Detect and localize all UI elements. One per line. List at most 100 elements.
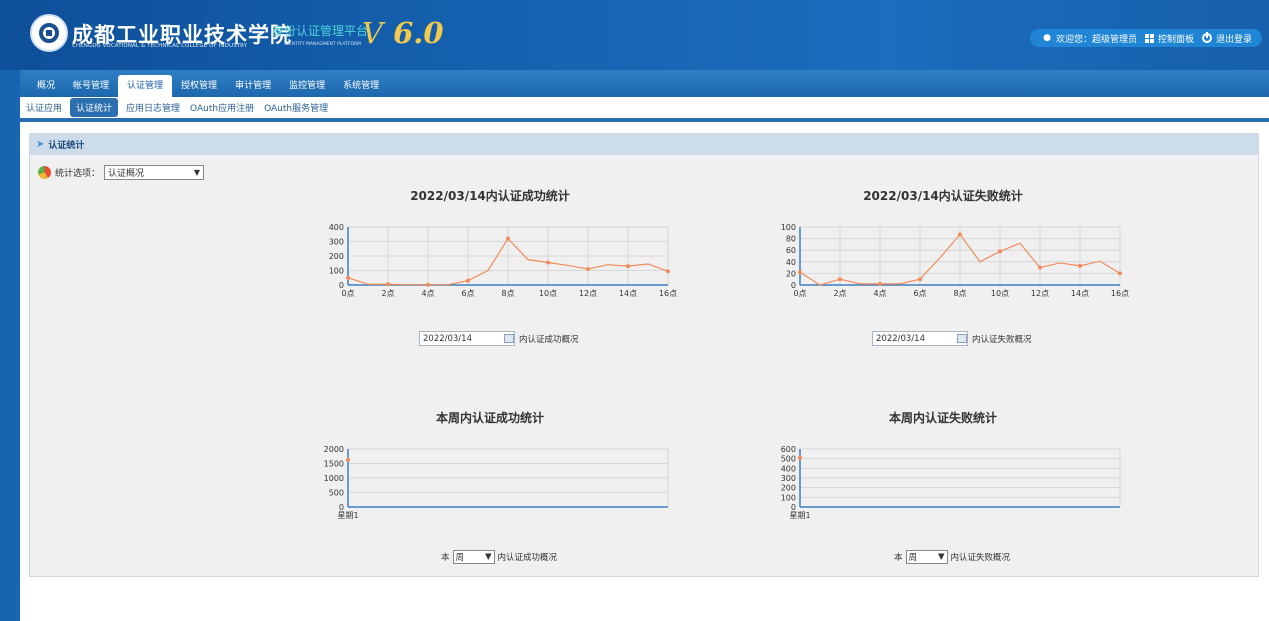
version-prefix: V xyxy=(362,16,383,50)
weekly-fail-period-select[interactable]: 周 ▼ xyxy=(905,550,948,564)
x-tick-label: 8点 xyxy=(953,289,966,298)
stats-option-row: 统计选项： 认证概况 ▼ xyxy=(38,165,205,180)
y-tick-label: 20 xyxy=(786,269,796,278)
nav-item-authorization[interactable]: 授权管理 xyxy=(172,75,226,97)
user-icon: ● xyxy=(1043,33,1051,43)
data-point xyxy=(1078,263,1082,268)
subnav-item-app-logs[interactable]: 应用日志管理 xyxy=(124,101,182,114)
data-point xyxy=(798,455,802,460)
calendar-icon[interactable] xyxy=(504,334,514,343)
x-tick-label: 6点 xyxy=(913,289,926,298)
weekly-success-suffix: 内认证成功概况 xyxy=(497,553,558,563)
chart-title-weekly-success: 本周内认证成功统计 xyxy=(435,411,545,425)
arrow-right-icon: ➤ xyxy=(36,139,45,150)
school-logo xyxy=(30,14,68,52)
logout-link[interactable]: 退出登录 xyxy=(1216,32,1252,45)
chart-daily-success: 01002003004000点 2点 4点 6点 8点 10点 12点 14点 16点 xyxy=(329,223,677,298)
calendar-icon[interactable] xyxy=(957,334,967,343)
x-tick-label: 星期1 xyxy=(789,511,810,520)
y-tick-label: 100 xyxy=(329,267,344,276)
stats-option-value: 认证概况 xyxy=(108,169,145,179)
weekly-success-period-select[interactable]: 周 ▼ xyxy=(452,550,495,564)
chart-daily-fail: 0204060801000点 2点 4点 6点 8点 10点 12点 14点 16点 xyxy=(781,223,1129,298)
y-tick-label: 100 xyxy=(781,493,796,502)
power-icon xyxy=(1202,32,1213,43)
daily-success-suffix: 内认证成功概况 xyxy=(519,334,579,345)
data-point xyxy=(1118,271,1122,276)
x-tick-label: 0点 xyxy=(341,289,354,298)
subnav-item-oauth-register[interactable]: OAuth应用注册 xyxy=(188,101,256,114)
weekly-success-controls: 本 周 ▼ 内认证成功概况 xyxy=(441,550,557,564)
nav-item-overview[interactable]: 概况 xyxy=(28,75,64,97)
weekly-fail-suffix: 内认证失败概况 xyxy=(950,553,1011,563)
y-tick-label: 200 xyxy=(781,484,796,493)
daily-success-date-input[interactable]: 2022/03/14 xyxy=(419,331,515,346)
y-tick-label: 40 xyxy=(786,258,796,267)
nav-item-auth[interactable]: 认证管理 xyxy=(118,75,173,97)
welcome-text[interactable]: 欢迎您：超级管理员 xyxy=(1056,32,1137,45)
panel-header: ➤ 认证统计 xyxy=(30,134,1258,155)
data-point xyxy=(958,232,962,237)
x-tick-label: 4点 xyxy=(873,289,886,298)
x-tick-label: 14点 xyxy=(1071,289,1089,298)
user-bar: ● 欢迎您：超级管理员 控制面板 退出登录 xyxy=(1030,29,1262,47)
chevron-down-icon: ▼ xyxy=(193,168,201,177)
sub-nav: 认证应用 认证统计 应用日志管理 OAuth应用注册 OAuth服务管理 xyxy=(20,97,1269,122)
stats-panel: ➤ 认证统计 统计选项： 认证概况 ▼ 2022/03/14内认证成功统计 20… xyxy=(29,133,1259,577)
platform-name-cn: 身份认证管理平台 xyxy=(272,24,369,38)
data-point xyxy=(546,260,550,265)
nav-item-system[interactable]: 系统管理 xyxy=(334,75,388,97)
x-tick-label: 10点 xyxy=(991,289,1009,298)
weekly-fail-period-value: 周 xyxy=(908,553,918,563)
x-tick-label: 16点 xyxy=(659,289,677,298)
version-number: 6.0 xyxy=(393,16,444,50)
pie-chart-icon xyxy=(38,166,51,179)
chart-title-weekly-fail: 本周内认证失败统计 xyxy=(888,411,998,425)
subnav-item-oauth-service[interactable]: OAuth服务管理 xyxy=(262,101,330,114)
x-tick-label: 16点 xyxy=(1111,289,1129,298)
weekly-fail-prefix: 本 xyxy=(894,553,903,563)
daily-fail-date-input[interactable]: 2022/03/14 xyxy=(872,331,968,346)
school-name-en: CHENGDU VOCATIONAL & TECHNICAL COLLEGE O… xyxy=(72,43,248,49)
content-area: ➤ 认证统计 统计选项： 认证概况 ▼ 2022/03/14内认证成功统计 20… xyxy=(20,122,1269,621)
subnav-item-auth-stats[interactable]: 认证统计 xyxy=(70,98,119,117)
subnav-item-auth-apps[interactable]: 认证应用 xyxy=(24,101,64,114)
x-tick-label: 4点 xyxy=(421,289,434,298)
dashboard-icon xyxy=(1145,33,1155,43)
y-tick-label: 500 xyxy=(781,455,796,464)
chart-weekly-success: 0500100015002000星期1 xyxy=(324,445,669,520)
x-tick-label: 星期1 xyxy=(337,511,358,520)
x-tick-label: 8点 xyxy=(501,289,514,298)
y-tick-label: 1500 xyxy=(324,460,344,469)
data-point xyxy=(346,457,350,462)
y-tick-label: 2000 xyxy=(324,445,344,454)
y-tick-label: 60 xyxy=(786,246,796,255)
stats-option-select[interactable]: 认证概况 ▼ xyxy=(104,165,205,180)
stats-option-label: 统计选项： xyxy=(55,169,101,179)
data-point xyxy=(466,278,470,283)
platform-name-en: IDENTITY MANAGMENT PLATFORM xyxy=(284,42,362,47)
y-tick-label: 300 xyxy=(329,238,344,247)
data-point xyxy=(386,282,390,287)
nav-item-audit[interactable]: 审计管理 xyxy=(226,75,280,97)
chart-title-daily-fail: 2022/03/14内认证失败统计 xyxy=(863,189,1023,203)
data-point xyxy=(346,275,350,280)
x-tick-label: 10点 xyxy=(539,289,557,298)
data-point xyxy=(586,267,590,272)
control-panel-link[interactable]: 控制面板 xyxy=(1158,32,1194,45)
daily-success-controls: 2022/03/14 内认证成功概况 xyxy=(419,331,579,346)
y-tick-label: 80 xyxy=(786,235,796,244)
x-tick-label: 14点 xyxy=(619,289,637,298)
weekly-success-prefix: 本 xyxy=(441,553,450,563)
chevron-down-icon: ▼ xyxy=(484,552,492,562)
data-point xyxy=(506,236,510,241)
panel-title: 认证统计 xyxy=(48,141,85,151)
main-nav: 概况 帐号管理 认证管理 授权管理 审计管理 监控管理 系统管理 xyxy=(20,70,1269,97)
data-point xyxy=(426,282,430,287)
nav-item-accounts[interactable]: 帐号管理 xyxy=(64,75,118,97)
data-point xyxy=(666,269,670,274)
chevron-down-icon: ▼ xyxy=(937,552,945,562)
version-label: V 6.0 xyxy=(362,16,444,50)
nav-item-monitor[interactable]: 监控管理 xyxy=(280,75,334,97)
x-tick-label: 6点 xyxy=(461,289,474,298)
